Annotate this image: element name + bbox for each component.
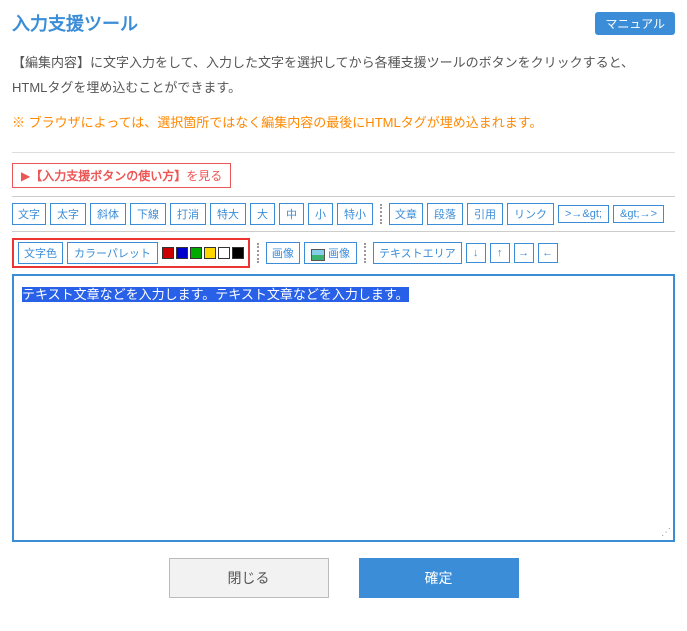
color-swatch[interactable] bbox=[204, 247, 216, 259]
label-color: 文字色 bbox=[18, 242, 63, 264]
color-swatch[interactable] bbox=[232, 247, 244, 259]
divider bbox=[12, 152, 675, 153]
toolbar-row-1: 文字 太字 斜体 下線 打消 特大 大 中 小 特小 文章 段落 引用 リンク … bbox=[12, 196, 675, 225]
label-textarea: テキストエリア bbox=[373, 242, 462, 264]
link-button[interactable]: リンク bbox=[507, 203, 554, 225]
image-icon bbox=[311, 249, 325, 261]
button-row: 閉じる 確定 bbox=[12, 558, 675, 598]
gt-encode-button[interactable]: >→&gt; bbox=[558, 205, 609, 223]
label-moji: 文字 bbox=[12, 203, 46, 225]
arrow-right-button[interactable]: → bbox=[514, 243, 534, 263]
strike-button[interactable]: 打消 bbox=[170, 203, 206, 225]
xlarge-button[interactable]: 特大 bbox=[210, 203, 246, 225]
palette-button[interactable]: カラーパレット bbox=[67, 242, 158, 264]
separator-icon bbox=[364, 243, 366, 263]
large-button[interactable]: 大 bbox=[250, 203, 275, 225]
medium-button[interactable]: 中 bbox=[279, 203, 304, 225]
toolbar-row-2: 文字色 カラーパレット 画像 画像 テキストエリア ↓ ↑ → ← bbox=[12, 231, 675, 268]
color-swatch[interactable] bbox=[162, 247, 174, 259]
label-image: 画像 bbox=[266, 242, 300, 264]
triangle-icon: ▶ bbox=[21, 169, 30, 183]
arrow-left-button[interactable]: ← bbox=[538, 243, 558, 263]
underline-button[interactable]: 下線 bbox=[130, 203, 166, 225]
gt-decode-button[interactable]: &gt;→> bbox=[613, 205, 664, 223]
warning-text: ※ ブラウザによっては、選択箇所ではなく編集内容の最後にHTMLタグが埋め込まれ… bbox=[12, 112, 675, 134]
color-swatch[interactable] bbox=[190, 247, 202, 259]
color-swatches bbox=[162, 247, 244, 259]
description-text: 【編集内容】に文字入力をして、入力した文字を選択してから各種支援ツールのボタンを… bbox=[12, 51, 675, 100]
label-bunsho: 文章 bbox=[389, 203, 423, 225]
editor-textarea[interactable]: テキスト文章などを入力します。テキスト文章などを入力します。 ⋰ bbox=[12, 274, 675, 542]
help-link[interactable]: ▶【入力支援ボタンの使い方】を見る bbox=[12, 163, 231, 188]
header: 入力支援ツール マニュアル bbox=[12, 10, 675, 36]
selected-text: テキスト文章などを入力します。テキスト文章などを入力します。 bbox=[22, 287, 409, 302]
para-button[interactable]: 段落 bbox=[427, 203, 463, 225]
color-swatch[interactable] bbox=[218, 247, 230, 259]
confirm-button[interactable]: 確定 bbox=[359, 558, 519, 598]
italic-button[interactable]: 斜体 bbox=[90, 203, 126, 225]
separator-icon bbox=[380, 204, 382, 224]
manual-button[interactable]: マニュアル bbox=[595, 12, 675, 35]
main-container: 入力支援ツール マニュアル 【編集内容】に文字入力をして、入力した文字を選択して… bbox=[0, 0, 687, 608]
xsmall-button[interactable]: 特小 bbox=[337, 203, 373, 225]
bold-button[interactable]: 太字 bbox=[50, 203, 86, 225]
small-button[interactable]: 小 bbox=[308, 203, 333, 225]
separator-icon bbox=[257, 243, 259, 263]
arrow-up-button[interactable]: ↑ bbox=[490, 243, 510, 263]
resize-grip-icon[interactable]: ⋰ bbox=[661, 527, 671, 538]
page-title: 入力支援ツール bbox=[12, 10, 138, 36]
color-group-highlight: 文字色 カラーパレット bbox=[12, 238, 250, 268]
close-button[interactable]: 閉じる bbox=[169, 558, 329, 598]
arrow-down-button[interactable]: ↓ bbox=[466, 243, 486, 263]
color-swatch[interactable] bbox=[176, 247, 188, 259]
image-button[interactable]: 画像 bbox=[304, 242, 357, 264]
quote-button[interactable]: 引用 bbox=[467, 203, 503, 225]
